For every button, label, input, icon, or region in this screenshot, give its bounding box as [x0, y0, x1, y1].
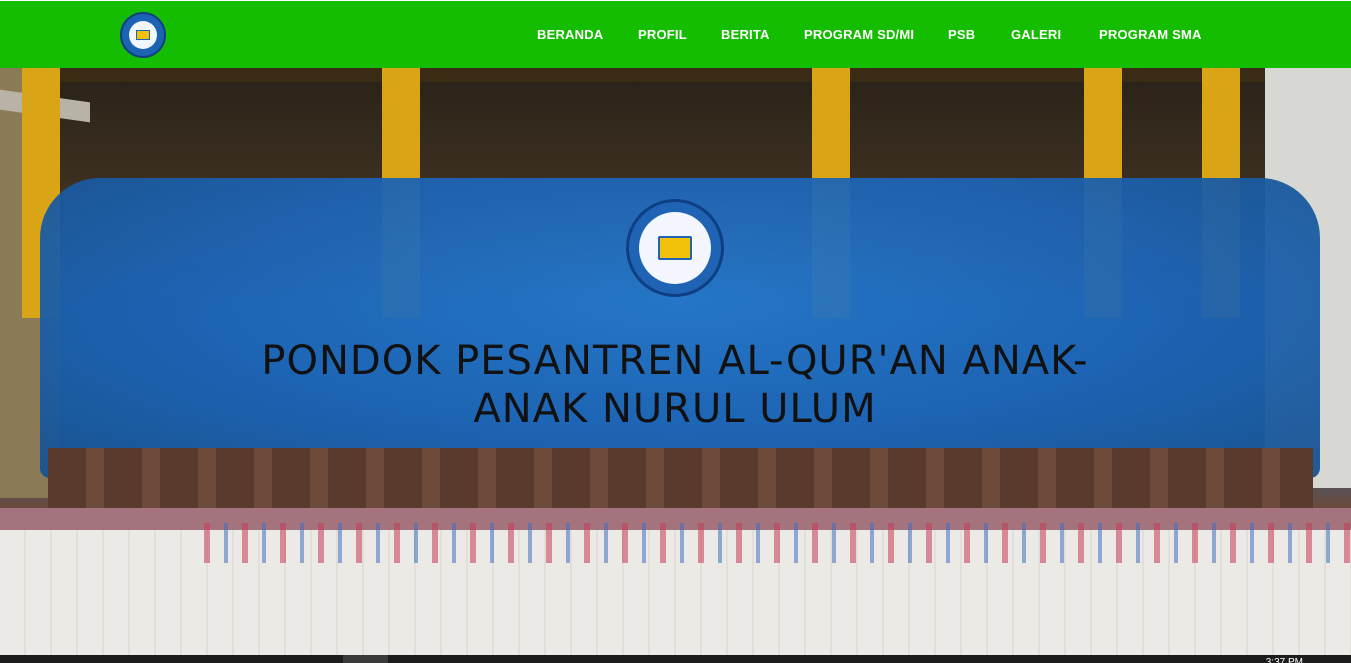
nav-berita[interactable]: BERITA	[721, 27, 770, 42]
nav-psb[interactable]: PSB	[948, 27, 975, 42]
school-logo-icon[interactable]	[120, 12, 166, 58]
hero-title: PONDOK PESANTREN AL-QUR'AN ANAK-ANAK NUR…	[261, 338, 1089, 432]
nav-profil[interactable]: PROFIL	[638, 27, 687, 42]
nav-program-sma[interactable]: PROGRAM SMA	[1099, 27, 1202, 42]
emblem-ring	[639, 212, 711, 284]
nav-beranda[interactable]: BERANDA	[537, 27, 603, 42]
building-beam	[0, 68, 1351, 82]
taskbar-active-app[interactable]	[343, 655, 388, 663]
top-navbar: BERANDA PROFIL BERITA PROGRAM SD/MI PSB …	[0, 1, 1351, 68]
os-taskbar	[0, 655, 1351, 663]
sandals-row	[190, 523, 1350, 563]
nav-galeri[interactable]: GALERI	[1011, 27, 1061, 42]
logo-inner	[129, 21, 157, 49]
book-icon	[658, 236, 692, 260]
nav-program-sd-mi[interactable]: PROGRAM SD/MI	[804, 27, 914, 42]
school-emblem-icon	[626, 199, 724, 297]
taskbar-clock: 3:37 PM	[1265, 657, 1303, 663]
book-icon	[136, 30, 150, 40]
